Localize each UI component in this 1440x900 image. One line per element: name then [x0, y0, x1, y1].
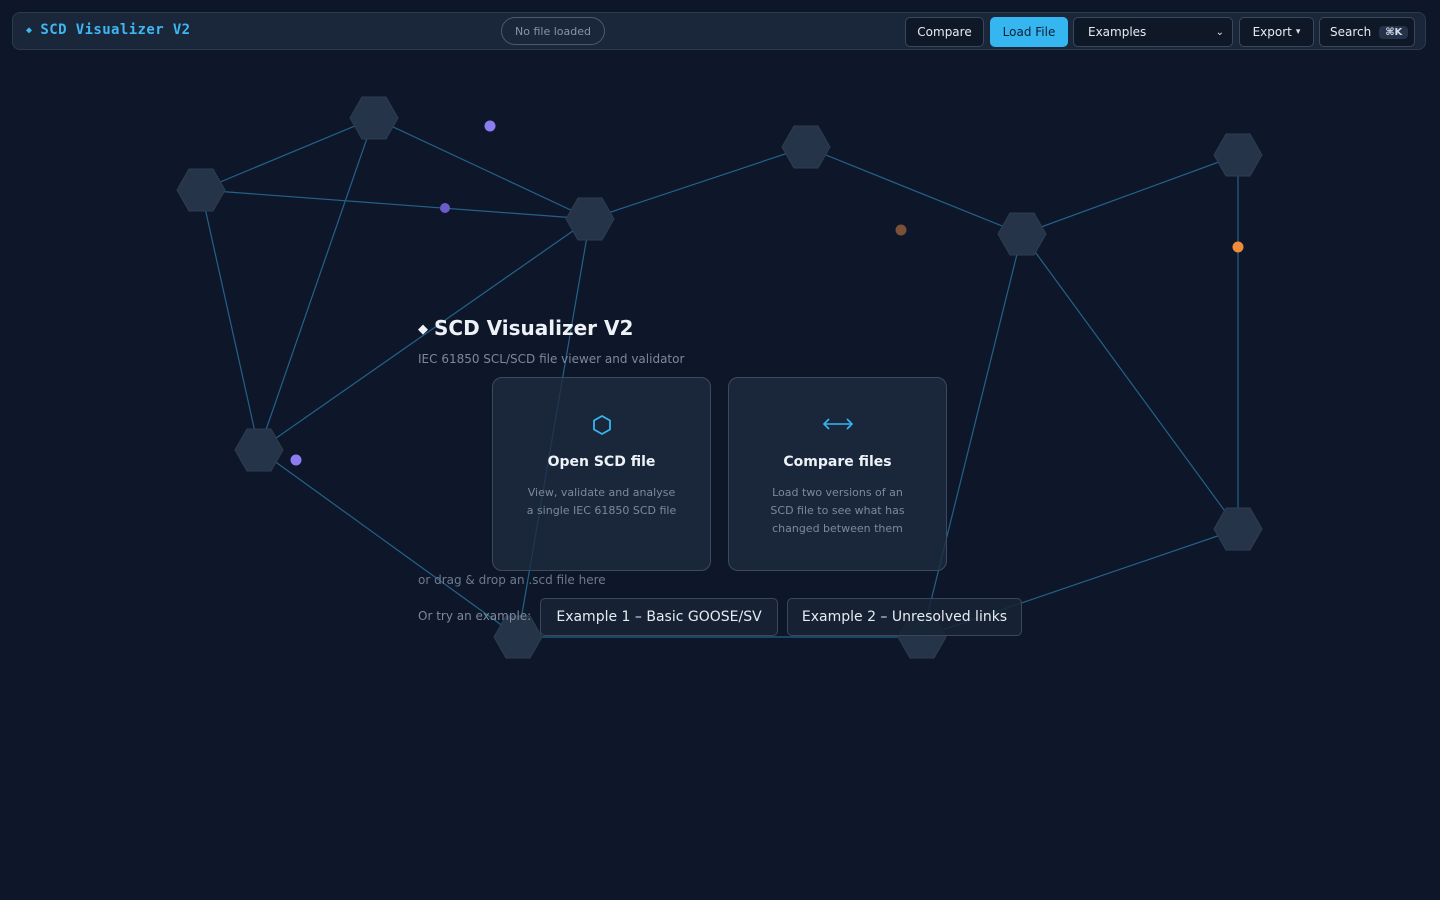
- network-node: [349, 96, 399, 140]
- network-background: [176, 96, 1263, 659]
- network-node: [1213, 133, 1263, 177]
- diamond-icon: ◆: [26, 25, 33, 36]
- export-menu-button[interactable]: Export ▾: [1239, 17, 1314, 47]
- chevron-down-icon: ⌄: [1215, 26, 1224, 38]
- network-node: [565, 197, 615, 241]
- page-subtitle: IEC 61850 SCL/SCD file viewer and valida…: [418, 352, 685, 366]
- signal-dot: [1232, 241, 1244, 253]
- caret-down-icon: ▾: [1295, 27, 1301, 37]
- card-title: Open SCD file: [547, 454, 656, 470]
- card-title: Compare files: [783, 454, 892, 470]
- signal-dot: [440, 203, 450, 213]
- examples-select[interactable]: Examples ⌄: [1073, 17, 1233, 47]
- drop-zone-hint: or drag & drop an .scd file here: [418, 573, 606, 587]
- card-description: View, validate and analyse a single IEC …: [526, 486, 677, 517]
- hexagon-icon: [493, 414, 710, 436]
- diamond-icon: ◆: [418, 322, 428, 337]
- search-button[interactable]: Search ⌘K: [1319, 17, 1415, 47]
- example-1-button[interactable]: Example 1 – Basic GOOSE/SV: [540, 598, 778, 636]
- network-node: [234, 428, 284, 472]
- signal-dot: [484, 120, 496, 132]
- export-label: Export: [1252, 25, 1292, 39]
- network-node: [781, 125, 831, 169]
- network-node: [997, 212, 1047, 256]
- arrows-horizontal-icon: [729, 414, 946, 434]
- network-node: [1213, 507, 1263, 551]
- examples-label: Or try an example:: [418, 609, 532, 623]
- compare-files-card[interactable]: Compare files Load two versions of an SC…: [728, 377, 947, 571]
- compare-button[interactable]: Compare: [905, 17, 984, 47]
- load-file-button[interactable]: Load File: [990, 17, 1068, 47]
- signal-dot: [290, 454, 302, 466]
- file-status-badge: No file loaded: [501, 17, 605, 45]
- example-2-button[interactable]: Example 2 – Unresolved links: [787, 598, 1022, 636]
- shortcut-hint: ⌘K: [1379, 25, 1409, 39]
- signal-dot: [895, 224, 907, 236]
- app-brand: ◆ SCD Visualizer V2: [26, 22, 191, 38]
- examples-select-value: Examples: [1088, 25, 1147, 39]
- page-title: ◆ SCD Visualizer V2: [418, 316, 634, 340]
- top-toolbar: ◆ SCD Visualizer V2 No file loaded Compar…: [12, 12, 1426, 50]
- open-scd-card[interactable]: Open SCD file View, validate and analyse…: [492, 377, 711, 571]
- search-label: Search: [1330, 25, 1372, 39]
- network-node: [176, 168, 226, 212]
- card-description: Load two versions of an SCD file to see …: [770, 486, 905, 535]
